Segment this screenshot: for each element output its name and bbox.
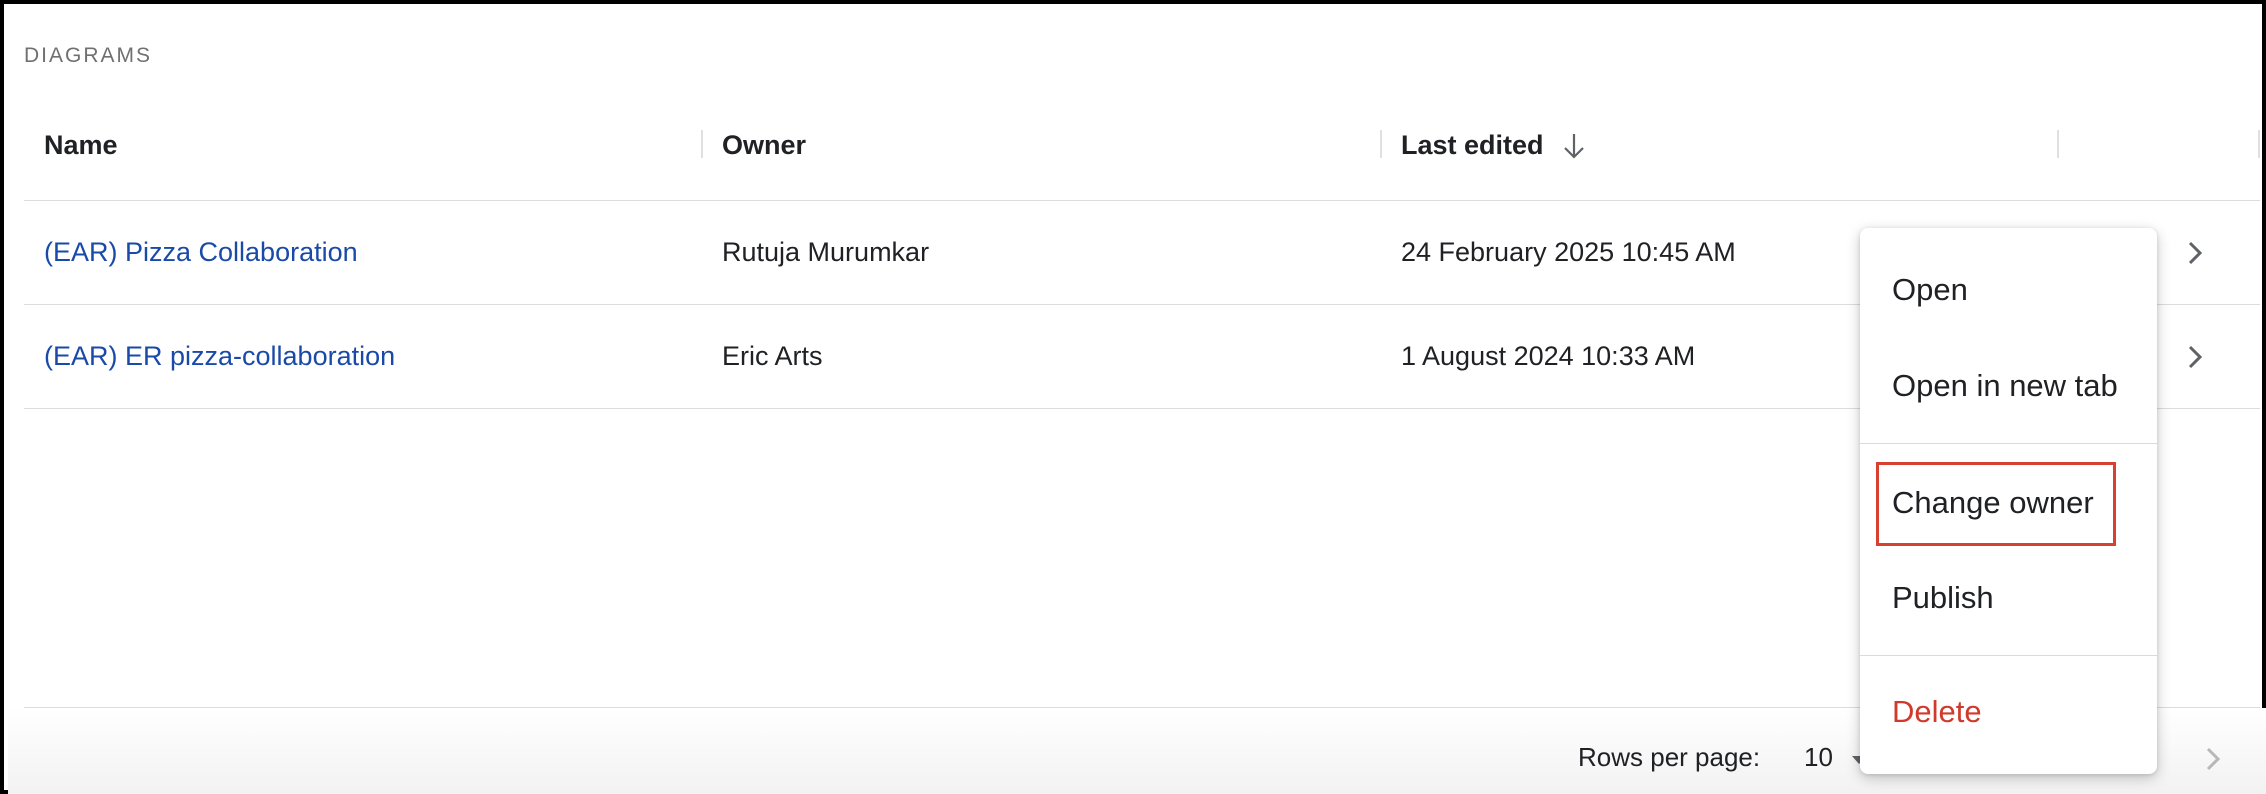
context-menu: Open Open in new tab Change owner Publis… [1860, 228, 2157, 774]
menu-item-delete[interactable]: Delete [1892, 694, 1982, 730]
column-divider[interactable] [2258, 130, 2260, 158]
column-label: Name [44, 130, 118, 160]
menu-divider [1860, 655, 2157, 656]
table-header: Name Owner Last edited [24, 114, 2260, 201]
rows-per-page-select[interactable]: 10 [1804, 742, 1833, 773]
next-page-icon[interactable] [2202, 744, 2226, 774]
menu-item-open-new-tab[interactable]: Open in new tab [1892, 368, 2118, 404]
arrow-down-icon[interactable] [1560, 131, 1588, 161]
column-label: Last edited [1401, 130, 1544, 160]
chevron-right-icon[interactable] [2180, 201, 2210, 304]
diagram-name-link[interactable]: (EAR) Pizza Collaboration [44, 201, 358, 304]
rows-per-page-label: Rows per page: [1578, 742, 1761, 772]
last-edited-cell: 1 August 2024 10:33 AM [1401, 341, 1696, 371]
column-divider[interactable] [2057, 130, 2059, 158]
diagram-name-link[interactable]: (EAR) ER pizza-collaboration [44, 305, 395, 408]
column-header-owner[interactable]: Owner [722, 130, 806, 161]
chevron-right-icon[interactable] [2180, 305, 2210, 408]
menu-item-publish[interactable]: Publish [1892, 580, 1994, 616]
menu-divider [1860, 443, 2157, 444]
owner-cell: Rutuja Murumkar [722, 237, 930, 267]
menu-item-change-owner[interactable]: Change owner [1892, 485, 2094, 521]
last-edited-cell: 24 February 2025 10:45 AM [1401, 237, 1736, 267]
column-divider[interactable] [701, 130, 703, 158]
owner-cell: Eric Arts [722, 341, 823, 371]
column-divider[interactable] [1380, 130, 1382, 158]
menu-item-open[interactable]: Open [1892, 272, 1968, 308]
column-header-name[interactable]: Name [44, 130, 118, 161]
column-header-last-edited[interactable]: Last edited [1401, 130, 1588, 161]
column-label: Owner [722, 130, 807, 160]
section-title: DIAGRAMS [24, 44, 153, 67]
